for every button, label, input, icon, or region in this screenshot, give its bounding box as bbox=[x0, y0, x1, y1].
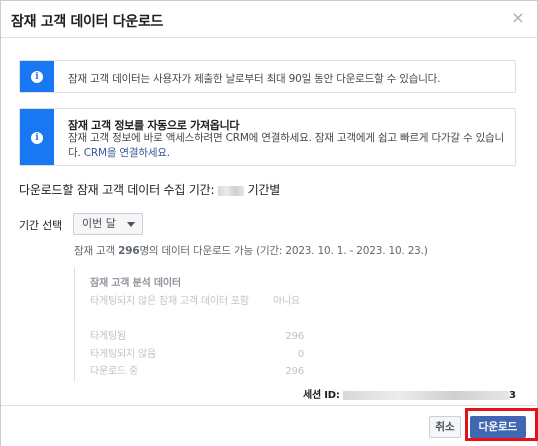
row-label: 타게팅되지 않은 잠재 고객 데이터 포함 bbox=[90, 296, 249, 307]
session-id: 세션 ID: 3 bbox=[303, 386, 516, 401]
period-select-value: 이번 달 bbox=[82, 217, 116, 230]
crm-notice-body: 잠재 고객 정보에 바로 액세스하려면 CRM에 연결하세요. 잠재 고객에게 … bbox=[68, 131, 513, 161]
info-icon: i bbox=[31, 71, 43, 83]
download-leads-dialog: 잠재 고객 데이터 다운로드 × i 잠재 고객 데이터는 사용자가 제출한 날… bbox=[0, 0, 538, 446]
dialog-footer: 취소 다운로드 bbox=[1, 405, 537, 446]
dialog-title: 잠재 고객 데이터 다운로드 bbox=[11, 14, 164, 30]
cancel-button[interactable]: 취소 bbox=[429, 416, 461, 438]
retention-notice: i 잠재 고객 데이터는 사용자가 제출한 날로부터 최대 90일 동안 다운로… bbox=[19, 60, 516, 93]
session-label: 세션 ID: bbox=[303, 390, 340, 401]
analysis-table: 잠재 고객 분석 데이터 타게팅되지 않은 잠재 고객 데이터 포함 아니요 타… bbox=[74, 267, 314, 382]
session-tail: 3 bbox=[509, 390, 516, 401]
row-value: 아니요 bbox=[273, 296, 300, 307]
period-select-label: 기간 선택 bbox=[19, 219, 62, 232]
caret-down-icon bbox=[127, 222, 135, 227]
period-prefix: 다운로드할 잠재 고객 데이터 수집 기간: bbox=[19, 183, 215, 197]
analysis-title: 잠재 고객 분석 데이터 bbox=[90, 278, 181, 289]
row-label: 타게팅되지 않음 bbox=[90, 349, 156, 360]
availability-text: 잠재 고객 296명의 데이터 다운로드 가능 (기간: 2023. 10. 1… bbox=[74, 245, 428, 257]
row-value: 296 bbox=[285, 331, 305, 342]
redacted-session bbox=[343, 390, 509, 400]
info-icon: i bbox=[31, 132, 43, 144]
row-label: 다운로드 중 bbox=[90, 366, 138, 377]
crm-notice: i 잠재 고객 정보를 자동으로 가져옵니다 잠재 고객 정보에 바로 액세스하… bbox=[19, 108, 516, 166]
close-icon[interactable]: × bbox=[511, 10, 525, 26]
download-button[interactable]: 다운로드 bbox=[470, 416, 526, 438]
row-value: 0 bbox=[297, 349, 304, 360]
redacted-value bbox=[217, 185, 244, 196]
retention-notice-text: 잠재 고객 데이터는 사용자가 제출한 날로부터 최대 90일 동안 다운로드할… bbox=[68, 73, 441, 85]
period-suffix: 기간별 bbox=[247, 183, 281, 197]
lead-count: 296 bbox=[118, 245, 140, 257]
dialog-header: 잠재 고객 데이터 다운로드 × bbox=[1, 1, 537, 38]
row-value: 296 bbox=[285, 366, 305, 377]
collection-period: 다운로드할 잠재 고객 데이터 수집 기간: 기간별 bbox=[19, 181, 280, 198]
period-select-dropdown[interactable]: 이번 달 bbox=[73, 213, 143, 235]
connect-crm-link[interactable]: CRM을 연결하세요. bbox=[84, 147, 170, 159]
row-label: 타게팅됨 bbox=[90, 331, 126, 342]
